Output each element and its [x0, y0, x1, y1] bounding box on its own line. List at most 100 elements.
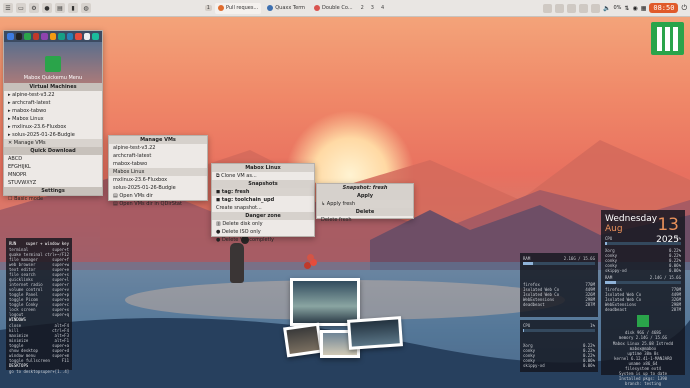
vm-item[interactable]: archcraft-latest: [4, 99, 102, 107]
manage-vm-item[interactable]: mxlinux-23.6-Fluxbox: [109, 176, 207, 184]
task-label: Pull reques...: [225, 5, 259, 11]
distro-icon[interactable]: [66, 33, 74, 40]
network-icon[interactable]: ⇅: [624, 5, 629, 12]
delete-vm-label: Delete VM completly: [221, 237, 274, 243]
vm-item[interactable]: Mabox Linux: [4, 115, 102, 123]
manage-vm-item[interactable]: archcraft-latest: [109, 152, 207, 160]
workspace-1-button[interactable]: 1: [204, 5, 212, 11]
tray-app-icon[interactable]: [567, 3, 576, 13]
process-row-key: skippy-xd: [523, 363, 545, 368]
snapshot-label: tag: toolchain_upd: [221, 197, 275, 203]
delete-vm-item[interactable]: ● Delete VM completly: [212, 236, 314, 244]
screenshot-icon[interactable]: ●: [42, 3, 52, 13]
folder-icon[interactable]: ▤: [55, 3, 65, 13]
task-quake-term[interactable]: Quaxx Term: [264, 3, 308, 14]
cal-ram-row: RAM 2.14G / 15.6G: [605, 275, 681, 280]
workspace-3-button[interactable]: 3: [369, 5, 376, 11]
manage-vms-menu: Manage VMs alpine-test-v3.22 archcraft-l…: [108, 135, 208, 207]
create-snapshot-item[interactable]: Create snapshot...: [212, 204, 314, 212]
basic-mode-toggle[interactable]: ☐ Basic mode: [4, 195, 102, 203]
download-item[interactable]: EFGHIJKL: [4, 163, 102, 171]
open-vms-dir-qdirstat-item[interactable]: ▤ Open VMs dir in QDirStat: [109, 200, 207, 208]
manage-vms-label: Manage VMs: [13, 140, 46, 146]
volume-level: 0%: [613, 5, 622, 11]
cal-ram-value: 2.14G / 15.6G: [649, 275, 681, 280]
download-item[interactable]: ABCD: [4, 155, 102, 163]
mabox-logo: [651, 22, 684, 55]
snapshot-item[interactable]: ◼ tag: toolchain_upd: [212, 196, 314, 204]
process-row-value: 287M: [585, 302, 595, 307]
manage-vm-item[interactable]: Mabox Linux: [109, 168, 207, 176]
clone-vm-item[interactable]: ⧉ Clone VM as...: [212, 172, 314, 180]
distro-icon[interactable]: [75, 33, 82, 40]
firefox-icon: [217, 5, 224, 11]
photo-card-2[interactable]: [283, 322, 323, 358]
settings-header: Settings: [4, 187, 102, 195]
volume-icon[interactable]: 🔈: [603, 5, 610, 12]
mabox-logo-icon: [45, 56, 61, 72]
settings-icon[interactable]: ⚙: [29, 3, 39, 13]
windows-keybinding-list: close alt+F4 kill ctrl+F4 maximize alt+F3 mini…: [9, 323, 69, 363]
open-vms-dir-label: Open VMs dir: [119, 193, 153, 199]
virtual-machines-header: Virtual Machines: [4, 83, 102, 91]
task-pull-request[interactable]: Pull reques...: [214, 2, 262, 14]
system-info-line: branch: testing: [624, 381, 662, 386]
delete-disk-item[interactable]: ▥ Delete disk only: [212, 220, 314, 228]
basic-mode-label: Basic mode: [14, 196, 44, 202]
photo-card-4[interactable]: [347, 316, 403, 350]
camera-icon[interactable]: ◉: [632, 5, 637, 12]
vm-item[interactable]: mxlinux-23.6-Fluxbox: [4, 123, 102, 131]
clock[interactable]: 08:50: [649, 3, 679, 13]
distro-icon[interactable]: [41, 33, 48, 40]
task-double-co[interactable]: Double Co...: [311, 3, 356, 14]
browser-icon[interactable]: ◍: [81, 3, 91, 13]
manage-vm-item[interactable]: alpine-test-v3.22: [109, 144, 207, 152]
apply-snapshot-item[interactable]: ↳ Apply fresh: [317, 200, 413, 208]
menu-icon[interactable]: ☰: [3, 3, 13, 13]
power-icon[interactable]: ⏻: [681, 4, 687, 13]
distro-icon[interactable]: [92, 33, 100, 40]
clipboard-icon[interactable]: ▦: [641, 5, 647, 12]
tray-app-icon[interactable]: [579, 3, 588, 13]
manage-vm-item[interactable]: solus-2025-01-26-Budgie: [109, 184, 207, 192]
cal-cpu-fill: [605, 242, 607, 245]
distro-icon[interactable]: [49, 33, 57, 40]
distro-icon[interactable]: [24, 33, 31, 40]
distro-icon[interactable]: [32, 33, 40, 40]
workspace-4-button[interactable]: 4: [379, 5, 386, 11]
vm-item[interactable]: mabox-tabwo: [4, 107, 102, 115]
open-vms-dir-item[interactable]: ▤ Open VMs dir: [109, 192, 207, 200]
tray-app-icon[interactable]: [591, 3, 600, 13]
manage-vms-item[interactable]: ✕ Manage VMs: [4, 139, 102, 147]
manage-vm-item[interactable]: mabox-tabwo: [109, 160, 207, 168]
ram-label: RAM: [523, 256, 531, 261]
apply-header: Apply: [317, 192, 413, 200]
distro-icon[interactable]: [83, 33, 91, 40]
vm-item[interactable]: solus-2025-01-26-Budgie: [4, 131, 102, 139]
vm-item[interactable]: alpine-test-v3.22: [4, 91, 102, 99]
cpu-usage: 1%: [590, 323, 595, 328]
delete-snapshot-item[interactable]: Delete fresh: [317, 216, 413, 224]
download-item[interactable]: MNOPR: [4, 171, 102, 179]
snapshot-item[interactable]: ◼ tag: fresh: [212, 188, 314, 196]
ram-usage-bar: [523, 262, 595, 265]
distro-icon[interactable]: [58, 33, 65, 40]
cpu-label: CPU: [523, 323, 531, 328]
distro-icon[interactable]: [15, 33, 23, 40]
workspace-2-button[interactable]: 2: [359, 5, 366, 11]
terminal-icon[interactable]: ▮: [68, 3, 78, 13]
commander-task-icon: [314, 5, 321, 11]
download-item[interactable]: STUVWXYZ: [4, 179, 102, 187]
distro-icon[interactable]: [7, 33, 14, 40]
cpu-graph: [523, 335, 595, 343]
tray-app-icon[interactable]: [543, 3, 552, 13]
year: 2025: [656, 235, 679, 245]
window-list-icon[interactable]: ▭: [16, 3, 26, 13]
keybinding-row-value: super+[1..4]: [40, 369, 70, 374]
system-tray: 🔈 0% ⇅ ◉ ▦ 08:50 ⏻: [543, 3, 687, 13]
delete-iso-item[interactable]: ● Delete ISO only: [212, 228, 314, 236]
open-vms-dir-qdirstat-label: Open VMs dir in QDirStat: [119, 201, 182, 207]
top-panel: ☰ ▭ ⚙ ● ▤ ▮ ◍ 1 Pull reques... Quaxx Ter…: [0, 0, 690, 17]
tray-app-icon[interactable]: [555, 3, 564, 13]
ram-usage-fill: [523, 262, 534, 265]
